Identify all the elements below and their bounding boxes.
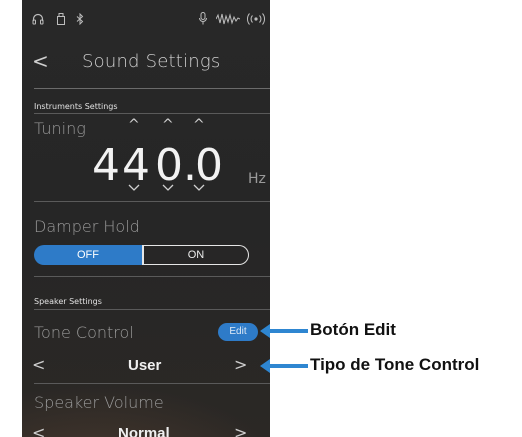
row-divider: [34, 276, 270, 277]
tone-type-callout-arrow-icon: [260, 359, 308, 373]
tuning-label: Tuning: [34, 119, 86, 138]
bluetooth-icon: [76, 10, 84, 29]
wireless-icon: [246, 10, 266, 29]
row-divider: [34, 201, 270, 202]
waveform-icon: [215, 10, 241, 29]
tuning-down-arrow-3[interactable]: [193, 180, 205, 196]
section-divider: [34, 113, 270, 114]
section-label-instruments: Instruments Settings: [34, 102, 118, 111]
volume-prev-chevron-icon[interactable]: <: [32, 423, 45, 437]
tuning-digit-hundreds: 4: [92, 140, 120, 191]
microphone-icon: [198, 10, 208, 29]
damper-hold-toggle[interactable]: OFF ON: [34, 245, 250, 265]
edit-button[interactable]: Edit: [218, 323, 258, 341]
callout-tone-type: Tipo de Tone Control: [310, 355, 480, 374]
tuning-up-arrow-2[interactable]: ^: [162, 117, 174, 133]
section-label-speaker: Speaker Settings: [34, 297, 102, 306]
speaker-volume-value: Normal: [118, 425, 170, 437]
page-title: Sound Settings: [82, 51, 221, 72]
status-bar: [22, 0, 270, 38]
volume-next-chevron-icon[interactable]: >: [234, 423, 247, 437]
tone-prev-chevron-icon[interactable]: <: [32, 355, 45, 374]
title-divider: [34, 88, 270, 89]
tuning-down-arrow-2[interactable]: [162, 180, 174, 196]
headphones-icon: [32, 10, 44, 29]
usb-memory-icon: [56, 10, 66, 29]
tone-next-chevron-icon[interactable]: >: [234, 355, 247, 374]
tuning-up-arrow-3[interactable]: ^: [193, 117, 205, 133]
tuning-up-arrow-1[interactable]: ^: [128, 117, 140, 133]
piano-app-screen: < Sound Settings Instruments Settings Tu…: [22, 0, 270, 437]
callout-edit-button: Botón Edit: [310, 320, 396, 339]
edit-callout-arrow-icon: [260, 324, 308, 338]
tuning-down-arrow-1[interactable]: [128, 180, 140, 196]
section-divider: [34, 309, 270, 310]
damper-hold-label: Damper Hold: [34, 217, 140, 236]
back-button[interactable]: <: [32, 49, 49, 73]
speaker-volume-label: Speaker Volume: [34, 393, 164, 412]
tone-control-value: User: [128, 357, 162, 374]
damper-hold-off-option[interactable]: OFF: [34, 245, 142, 265]
row-divider: [34, 383, 270, 384]
tuning-unit: Hz: [248, 171, 266, 187]
tone-control-label: Tone Control: [34, 323, 134, 342]
damper-hold-on-option[interactable]: ON: [144, 245, 249, 265]
